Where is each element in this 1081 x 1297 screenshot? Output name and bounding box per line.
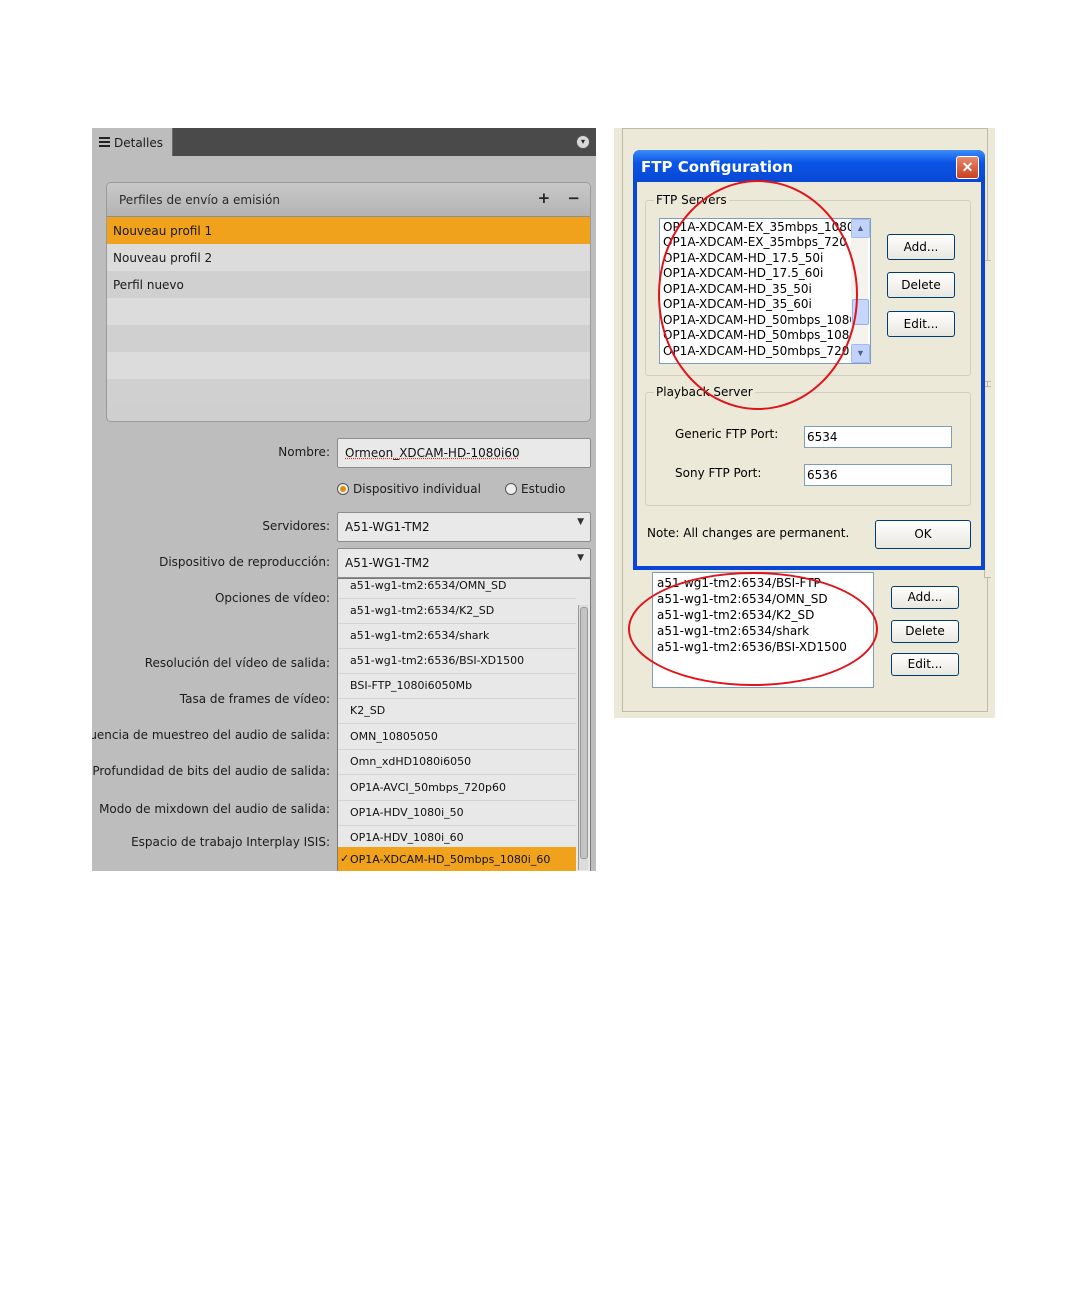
dropdown-item[interactable]: BSI-FTP_1080i6050Mb <box>338 673 576 699</box>
list-item[interactable]: OP1A-XDCAM-HD_35_50i <box>663 282 812 296</box>
tab-label: Detalles <box>114 136 163 150</box>
ok-button[interactable]: OK <box>875 520 971 549</box>
ftp-servers-label: FTP Servers <box>654 193 729 207</box>
background-edge <box>984 386 991 578</box>
list-item[interactable]: OP1A-XDCAM-HD_17.5_60i <box>663 266 823 280</box>
edit-server-button[interactable]: Edit... <box>887 311 955 337</box>
list-item[interactable]: a51-wg1-tm2:6534/K2_SD <box>657 608 814 622</box>
radio-unselected-icon <box>505 483 517 495</box>
nombre-input[interactable]: Ormeon_XDCAM-HD-1080i60 <box>337 438 591 468</box>
list-item[interactable]: a51-wg1-tm2:6534/OMN_SD <box>657 592 828 606</box>
chevron-down-icon: ▼ <box>577 517 584 527</box>
ftp-servers-list[interactable]: OP1A-XDCAM-EX_35mbps_1080 OP1A-XDCAM-EX_… <box>659 218 871 364</box>
dropdown-item[interactable]: a51-wg1-tm2:6534/shark <box>338 623 576 649</box>
dropdown-item[interactable]: OP1A-AVCI_50mbps_720p60 <box>338 775 576 801</box>
add-server-button[interactable]: Add... <box>887 234 955 260</box>
chevron-down-icon: ▼ <box>577 553 584 563</box>
empty-row <box>107 352 590 379</box>
list-item[interactable]: OP1A-XDCAM-EX_35mbps_1080 <box>663 220 855 234</box>
empty-row <box>107 298 590 325</box>
generic-port-input[interactable]: 6534 <box>804 426 952 448</box>
list-icon <box>99 137 110 148</box>
sony-port-label: Sony FTP Port: <box>675 466 762 480</box>
dialog-title: FTP Configuration <box>641 158 794 176</box>
dispositivo-dropdown-list[interactable]: a51-wg1-tm2:6534/OMN_SD a51-wg1-tm2:6534… <box>337 578 591 871</box>
tab-detalles[interactable]: Detalles <box>92 128 173 156</box>
server-list[interactable]: a51-wg1-tm2:6534/BSI-FTP a51-wg1-tm2:653… <box>652 572 874 688</box>
dialog-titlebar[interactable]: FTP Configuration ✕ <box>633 150 985 182</box>
dispositivo-select[interactable]: A51-WG1-TM2 ▼ <box>337 548 591 578</box>
list-item[interactable]: OP1A-XDCAM-HD_50mbps_1080 <box>663 328 857 342</box>
dropdown-item[interactable]: K2_SD <box>338 698 576 724</box>
close-icon[interactable]: ✕ <box>956 156 979 179</box>
dropdown-item[interactable]: a51-wg1-tm2:6534/K2_SD <box>338 598 576 624</box>
list-item[interactable]: a51-wg1-tm2:6536/BSI-XD1500 <box>657 640 847 654</box>
scrollbar-thumb[interactable] <box>852 299 869 325</box>
dropdown-item[interactable]: OP1A-HDV_1080i_50 <box>338 800 576 826</box>
empty-row <box>107 379 590 406</box>
ftp-configuration-dialog: FTP Configuration ✕ FTP Servers OP1A-XDC… <box>633 150 985 570</box>
dropdown-item[interactable]: OMN_10805050 <box>338 724 576 750</box>
dialog-client-area: FTP Servers OP1A-XDCAM-EX_35mbps_1080 OP… <box>637 182 981 566</box>
espacio-trabajo-label: Espacio de trabajo Interplay ISIS: <box>131 835 330 849</box>
note-text: Note: All changes are permanent. <box>647 526 850 540</box>
list-item[interactable]: OP1A-XDCAM-HD_50mbps_720 <box>663 344 849 358</box>
details-panel: Detalles ▾ Perfiles de envío a emisión +… <box>92 128 596 871</box>
add-button[interactable]: Add... <box>891 586 959 609</box>
empty-row <box>107 325 590 352</box>
list-item[interactable]: OP1A-XDCAM-EX_35mbps_720 <box>663 235 847 249</box>
delete-button[interactable]: Delete <box>891 620 959 643</box>
panel-tabbar: Detalles ▾ <box>92 128 596 156</box>
servidores-label: Servidores: <box>262 519 330 533</box>
list-item[interactable]: OP1A-XDCAM-HD_35_60i <box>663 297 812 311</box>
dropdown-item-selected[interactable]: ✓ OP1A-XDCAM-HD_50mbps_1080i_60 <box>338 847 576 871</box>
profile-row[interactable]: Perfil nuevo <box>107 271 590 298</box>
playback-server-group: Playback Server <box>645 385 971 506</box>
frecuencia-audio-label: Frecuencia de muestreo del audio de sali… <box>92 728 330 742</box>
edit-button[interactable]: Edit... <box>891 653 959 676</box>
list-item[interactable]: OP1A-XDCAM-HD_50mbps_1080 <box>663 313 857 327</box>
servidores-select[interactable]: A51-WG1-TM2 ▼ <box>337 512 591 542</box>
radio-selected-icon <box>337 483 349 495</box>
list-item[interactable]: a51-wg1-tm2:6534/BSI-FTP <box>657 576 821 590</box>
ftp-list-scrollbar[interactable]: ▲ ▼ <box>851 219 870 363</box>
scroll-up-icon[interactable]: ▲ <box>851 219 870 238</box>
modo-mixdown-label: Modo de mixdown del audio de salida: <box>99 802 330 816</box>
dropdown-item[interactable]: a51-wg1-tm2:6534/OMN_SD <box>338 579 576 599</box>
dispositivo-label: Dispositivo de reproducción: <box>159 555 330 569</box>
panel-menu-icon[interactable]: ▾ <box>576 135 590 149</box>
list-item[interactable]: a51-wg1-tm2:6534/shark <box>657 624 809 638</box>
sony-port-input[interactable]: 6536 <box>804 464 952 486</box>
ftp-config-screenshot: a51-wg1-tm2:6534/BSI-FTP a51-wg1-tm2:653… <box>614 128 995 718</box>
profiles-header-title: Perfiles de envío a emisión <box>119 193 280 207</box>
profile-row[interactable]: Nouveau profil 2 <box>107 244 590 271</box>
scroll-down-icon[interactable]: ▼ <box>851 344 870 363</box>
background-edge <box>984 260 991 382</box>
nombre-label: Nombre: <box>278 445 330 459</box>
delete-server-button[interactable]: Delete <box>887 272 955 298</box>
profundidad-bits-label: Profundidad de bits del audio de salida: <box>92 764 330 778</box>
add-remove-profile-buttons[interactable]: + − <box>538 189 586 207</box>
dropdown-item[interactable]: a51-wg1-tm2:6536/BSI-XD1500 <box>338 648 576 674</box>
generic-port-label: Generic FTP Port: <box>675 427 779 441</box>
list-item[interactable]: OP1A-XDCAM-HD_17.5_50i <box>663 251 823 265</box>
dropdown-item[interactable]: Omn_xdHD1080i6050 <box>338 749 576 775</box>
resolucion-label: Resolución del vídeo de salida: <box>144 656 330 670</box>
profile-row[interactable]: Nouveau profil 1 <box>107 217 590 244</box>
profiles-list: Perfiles de envío a emisión + − Nouveau … <box>106 182 591 422</box>
scrollbar-thumb[interactable] <box>580 607 588 859</box>
tasa-frames-label: Tasa de frames de vídeo: <box>179 692 330 706</box>
dropdown-scrollbar[interactable] <box>578 605 588 870</box>
profiles-header: Perfiles de envío a emisión + − <box>107 183 590 217</box>
playback-server-label: Playback Server <box>654 385 755 399</box>
checkmark-icon: ✓ <box>340 852 350 865</box>
opciones-video-label: Opciones de vídeo: <box>214 591 330 605</box>
